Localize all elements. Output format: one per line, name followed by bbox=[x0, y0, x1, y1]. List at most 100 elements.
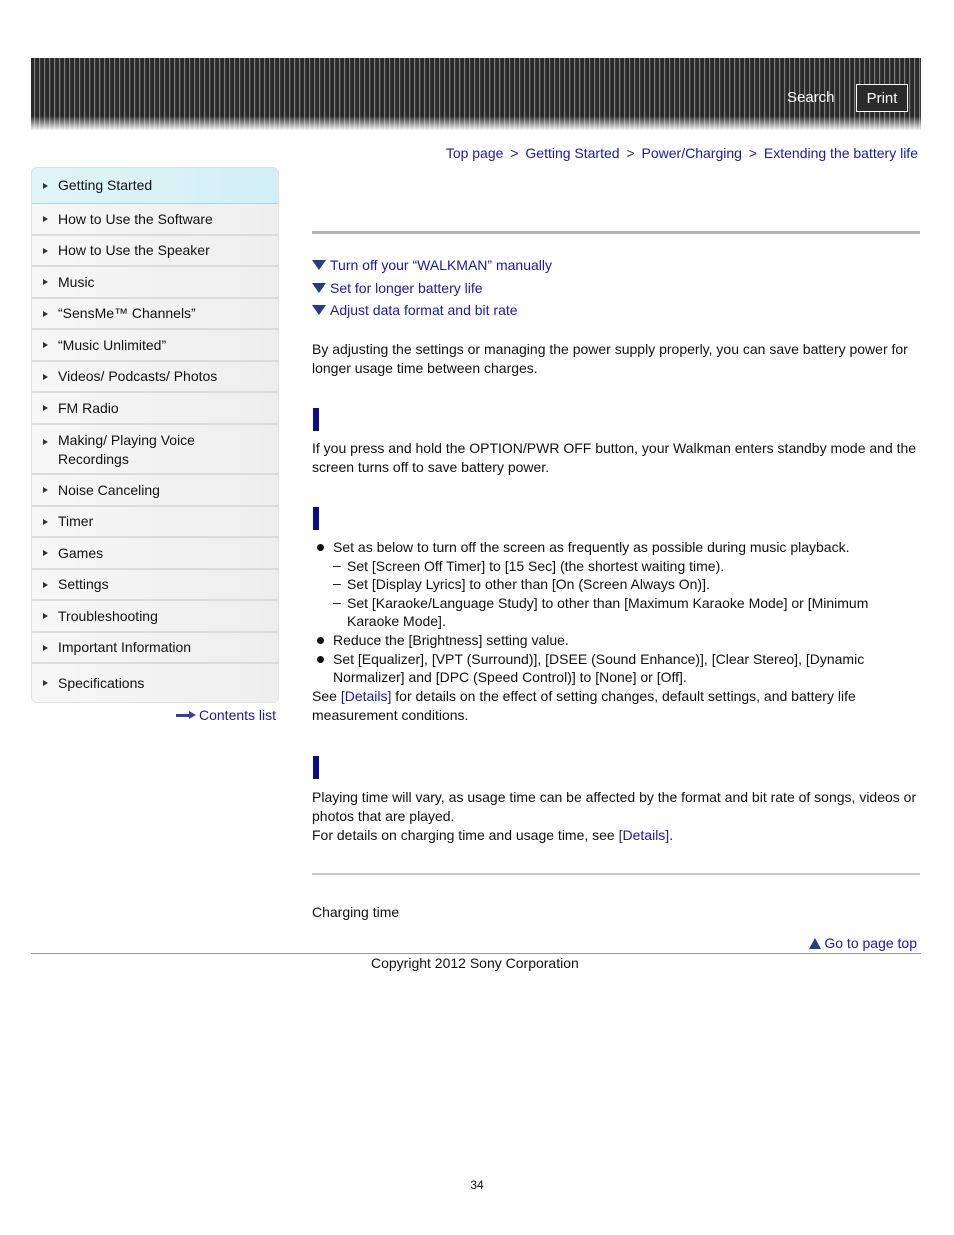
sidebar-item-getting-started[interactable]: Getting Started bbox=[32, 168, 278, 204]
sidebar-item-label: FM Radio bbox=[58, 399, 119, 416]
sidebar-item-label: Specifications bbox=[58, 674, 145, 691]
details-prefix: For details on charging time and usage t… bbox=[312, 827, 619, 843]
sidebar-item-label: Important Information bbox=[58, 639, 192, 655]
print-button[interactable]: Print bbox=[856, 84, 908, 112]
triangle-up-icon bbox=[809, 937, 822, 949]
triangle-right-icon bbox=[43, 373, 48, 380]
triangle-down-icon bbox=[312, 305, 326, 316]
triangle-right-icon bbox=[43, 247, 48, 254]
table-of-contents: Turn off your “WALKMAN” manually Set for… bbox=[312, 254, 552, 322]
sidebar-item-games[interactable]: Games bbox=[32, 538, 278, 570]
title-divider bbox=[312, 231, 920, 234]
sidebar-item-label: “SensMe™ Channels” bbox=[58, 305, 196, 321]
triangle-right-icon bbox=[43, 581, 48, 588]
sidebar-item-music[interactable]: Music bbox=[32, 267, 278, 299]
triangle-right-icon bbox=[43, 518, 48, 525]
details-suffix: . bbox=[669, 827, 674, 843]
breadcrumb-current-page[interactable]: Extending the battery life bbox=[764, 145, 918, 161]
triangle-right-icon bbox=[43, 550, 48, 556]
sidebar-item-sensme-channels[interactable]: “SensMe™ Channels” bbox=[32, 299, 278, 330]
page-number: 34 bbox=[470, 1178, 484, 1192]
sidebar-item-music-unlimited[interactable]: “Music Unlimited” bbox=[32, 330, 278, 362]
see-details-paragraph: See [Details] for details on the effect … bbox=[312, 687, 920, 725]
sidebar-item-label: Music bbox=[58, 273, 95, 290]
toc-link-data-format-bit-rate[interactable]: Adjust data format and bit rate bbox=[330, 302, 518, 318]
triangle-right-icon bbox=[43, 279, 48, 285]
triangle-right-icon bbox=[43, 439, 48, 445]
section-heading-marker bbox=[313, 408, 319, 431]
bullet-item: Set [Equalizer], [VPT (Surround)], [DSEE… bbox=[312, 650, 920, 687]
sidebar-nav: Getting Started How to Use the Software … bbox=[31, 167, 279, 703]
triangle-right-icon bbox=[43, 487, 48, 493]
triangle-right-icon bbox=[43, 216, 48, 222]
arrow-right-icon bbox=[176, 711, 196, 719]
breadcrumb-separator: > bbox=[748, 145, 757, 161]
copyright-text: Copyright 2012 Sony Corporation bbox=[371, 955, 579, 971]
section-heading-marker bbox=[313, 756, 319, 779]
sub-item: Set [Screen Off Timer] to [15 Sec] (the … bbox=[333, 556, 920, 576]
breadcrumb-separator: > bbox=[626, 145, 635, 161]
triangle-right-icon bbox=[43, 613, 48, 619]
triangle-right-icon bbox=[43, 310, 48, 317]
section3-content: Playing time will vary, as usage time ca… bbox=[312, 788, 920, 845]
triangle-right-icon bbox=[43, 644, 48, 651]
go-to-page-top-label[interactable]: Go to page top bbox=[824, 935, 917, 951]
triangle-right-icon bbox=[43, 680, 48, 686]
section3-paragraph: Playing time will vary, as usage time ca… bbox=[312, 789, 917, 824]
breadcrumb-getting-started[interactable]: Getting Started bbox=[525, 145, 619, 161]
section1-paragraph: If you press and hold the OPTION/PWR OFF… bbox=[312, 440, 917, 475]
sidebar-item-specifications[interactable]: Specifications bbox=[32, 664, 278, 702]
see-suffix: for details on the effect of setting cha… bbox=[312, 687, 856, 723]
sidebar-item-label: “Music Unlimited” bbox=[58, 336, 167, 353]
breadcrumb-top-page[interactable]: Top page bbox=[446, 145, 504, 161]
breadcrumb: Top page > Getting Started > Power/Charg… bbox=[446, 145, 918, 161]
sidebar-item-label: Timer bbox=[58, 513, 94, 529]
details-link[interactable]: [Details] bbox=[619, 827, 670, 843]
section2-content: Set as below to turn off the screen as f… bbox=[312, 538, 920, 725]
section3-details-line: For details on charging time and usage t… bbox=[312, 826, 920, 845]
sidebar-item-label: Games bbox=[58, 544, 104, 561]
toc-link-longer-battery-life[interactable]: Set for longer battery life bbox=[330, 280, 483, 296]
triangle-right-icon bbox=[43, 342, 48, 348]
footer-divider bbox=[31, 953, 921, 954]
sidebar-item-label: Videos/ Podcasts/ Photos bbox=[58, 368, 218, 384]
sidebar-item-timer[interactable]: Timer bbox=[32, 507, 278, 538]
related-link-charging-time[interactable]: Charging time bbox=[312, 903, 399, 922]
sidebar-item-label: Settings bbox=[58, 576, 109, 592]
sidebar-item-label: Troubleshooting bbox=[58, 607, 158, 624]
sidebar-item-voice-recordings[interactable]: Making/ Playing Voice Recordings bbox=[32, 425, 278, 475]
contents-list-label[interactable]: Contents list bbox=[199, 707, 276, 723]
sidebar-item-videos-podcasts-photos[interactable]: Videos/ Podcasts/ Photos bbox=[32, 362, 278, 393]
sidebar-item-label: Getting Started bbox=[58, 177, 153, 193]
triangle-down-icon bbox=[312, 260, 326, 271]
details-link[interactable]: [Details] bbox=[341, 688, 392, 704]
bullet-item: Reduce the [Brightness] setting value. bbox=[312, 631, 920, 650]
settings-bullet-list: Set as below to turn off the screen as f… bbox=[312, 538, 920, 687]
toc-item[interactable]: Adjust data format and bit rate bbox=[312, 299, 552, 322]
intro-paragraph: By adjusting the settings or managing th… bbox=[312, 341, 908, 376]
sidebar-item-label: Making/ Playing Voice Recordings bbox=[58, 432, 195, 467]
sidebar-item-label: How to Use the Software bbox=[58, 210, 213, 227]
bullet-text: Set as below to turn off the screen as f… bbox=[333, 539, 850, 555]
sidebar-item-fm-radio[interactable]: FM Radio bbox=[32, 393, 278, 425]
triangle-right-icon bbox=[43, 182, 48, 189]
search-link[interactable]: Search bbox=[787, 89, 835, 106]
go-to-page-top-link[interactable]: Go to page top bbox=[809, 935, 917, 951]
sidebar-item-troubleshooting[interactable]: Troubleshooting bbox=[32, 601, 278, 633]
toc-link-turn-off-manually[interactable]: Turn off your “WALKMAN” manually bbox=[330, 257, 552, 273]
sidebar-item-noise-canceling[interactable]: Noise Canceling bbox=[32, 475, 278, 507]
sidebar-item-how-to-use-speaker[interactable]: How to Use the Speaker bbox=[32, 236, 278, 267]
sidebar-item-settings[interactable]: Settings bbox=[32, 570, 278, 601]
breadcrumb-separator: > bbox=[510, 145, 519, 161]
contents-list-link[interactable]: Contents list bbox=[176, 707, 276, 723]
sidebar-item-label: Noise Canceling bbox=[58, 481, 160, 498]
related-divider bbox=[312, 873, 920, 875]
sub-item: Set [Display Lyrics] to other than [On (… bbox=[333, 574, 920, 594]
toc-item[interactable]: Turn off your “WALKMAN” manually bbox=[312, 254, 552, 277]
triangle-right-icon bbox=[43, 405, 48, 411]
section-heading-marker bbox=[313, 507, 319, 530]
sidebar-item-how-to-use-software[interactable]: How to Use the Software bbox=[32, 204, 278, 236]
toc-item[interactable]: Set for longer battery life bbox=[312, 277, 552, 300]
breadcrumb-power-charging[interactable]: Power/Charging bbox=[642, 145, 742, 161]
sidebar-item-important-information[interactable]: Important Information bbox=[32, 633, 278, 664]
